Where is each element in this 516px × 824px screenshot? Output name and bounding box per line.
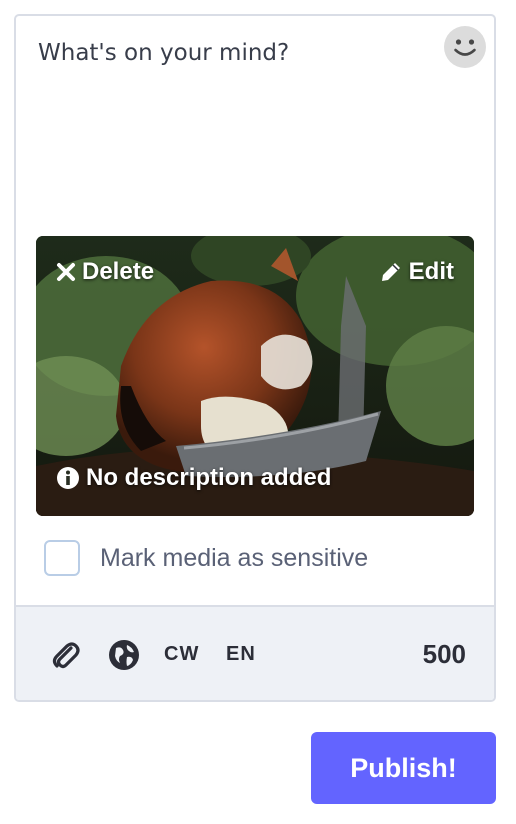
- character-counter: 500: [422, 639, 466, 669]
- compose-form: Delete Edit No description added Mark me…: [14, 14, 496, 702]
- smile-icon: [444, 26, 486, 68]
- visibility-button[interactable]: [108, 607, 140, 700]
- compose-textarea[interactable]: [38, 40, 438, 220]
- attach-media-button[interactable]: [50, 607, 82, 700]
- compose-text-area: [16, 16, 494, 236]
- media-attachment: Delete Edit No description added: [36, 236, 474, 516]
- media-description-status: No description added: [56, 464, 331, 492]
- info-icon: [57, 467, 79, 489]
- globe-icon: [109, 639, 139, 670]
- compose-toolbar: CW EN 500: [16, 605, 494, 700]
- emoji-picker-button[interactable]: [443, 25, 487, 69]
- description-status-text: No description added: [86, 464, 332, 491]
- sensitive-label[interactable]: Mark media as sensitive: [100, 544, 368, 573]
- paperclip-icon: [52, 641, 80, 668]
- sensitive-checkbox[interactable]: [44, 540, 80, 576]
- sensitive-toggle-row: Mark media as sensitive: [44, 540, 368, 576]
- pencil-icon: [381, 263, 400, 281]
- content-warning-button[interactable]: CW: [164, 607, 199, 700]
- language-button[interactable]: EN: [226, 607, 256, 700]
- close-icon: [57, 263, 75, 281]
- delete-label: Delete: [82, 258, 155, 285]
- delete-media-button[interactable]: Delete: [56, 258, 154, 286]
- edit-media-button[interactable]: Edit: [379, 258, 454, 286]
- publish-button[interactable]: Publish!: [311, 732, 496, 804]
- edit-label: Edit: [408, 258, 454, 285]
